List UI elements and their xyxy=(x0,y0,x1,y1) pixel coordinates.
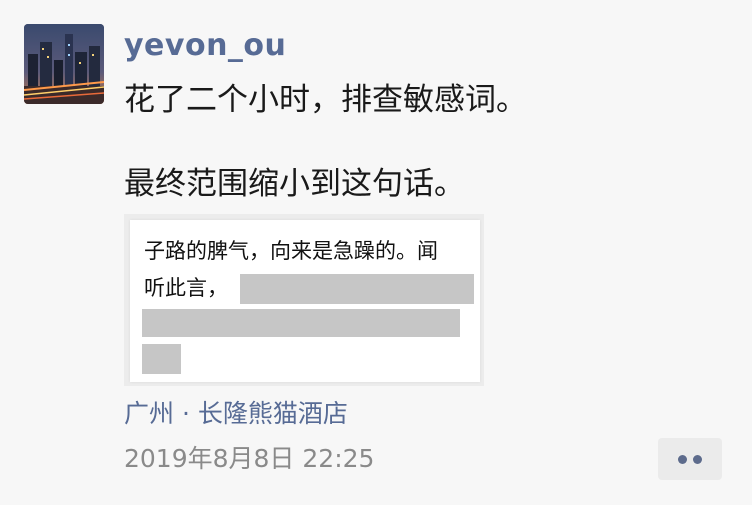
post-text-line: 最终范围缩小到这句话。 xyxy=(124,166,465,202)
redaction-block xyxy=(142,309,460,337)
quote-text-line: 子路的脾气，向来是急躁的。闻 xyxy=(144,239,438,263)
location-link[interactable]: 广州 · 长隆熊猫酒店 xyxy=(124,396,348,432)
more-actions-button[interactable] xyxy=(658,438,722,480)
post-text-line: 花了二个小时，排查敏感词。 xyxy=(124,82,527,118)
image-attachment[interactable]: 子路的脾气，向来是急躁的。闻 听此言， xyxy=(124,214,484,386)
moment-post: yevon_ou 花了二个小时，排查敏感词。 最终范围缩小到这句话。 子路的脾气… xyxy=(0,0,752,505)
redaction-block xyxy=(142,344,181,374)
username[interactable]: yevon_ou xyxy=(124,26,286,66)
avatar-image xyxy=(24,24,104,104)
quote-text-line: 听此言， xyxy=(144,276,228,300)
dot-icon xyxy=(693,455,702,464)
attachment-card: 子路的脾气，向来是急躁的。闻 听此言， xyxy=(130,220,480,382)
avatar[interactable] xyxy=(24,24,104,104)
post-timestamp: 2019年8月8日 22:25 xyxy=(124,444,375,473)
dot-icon xyxy=(678,455,687,464)
redaction-block xyxy=(240,274,474,304)
